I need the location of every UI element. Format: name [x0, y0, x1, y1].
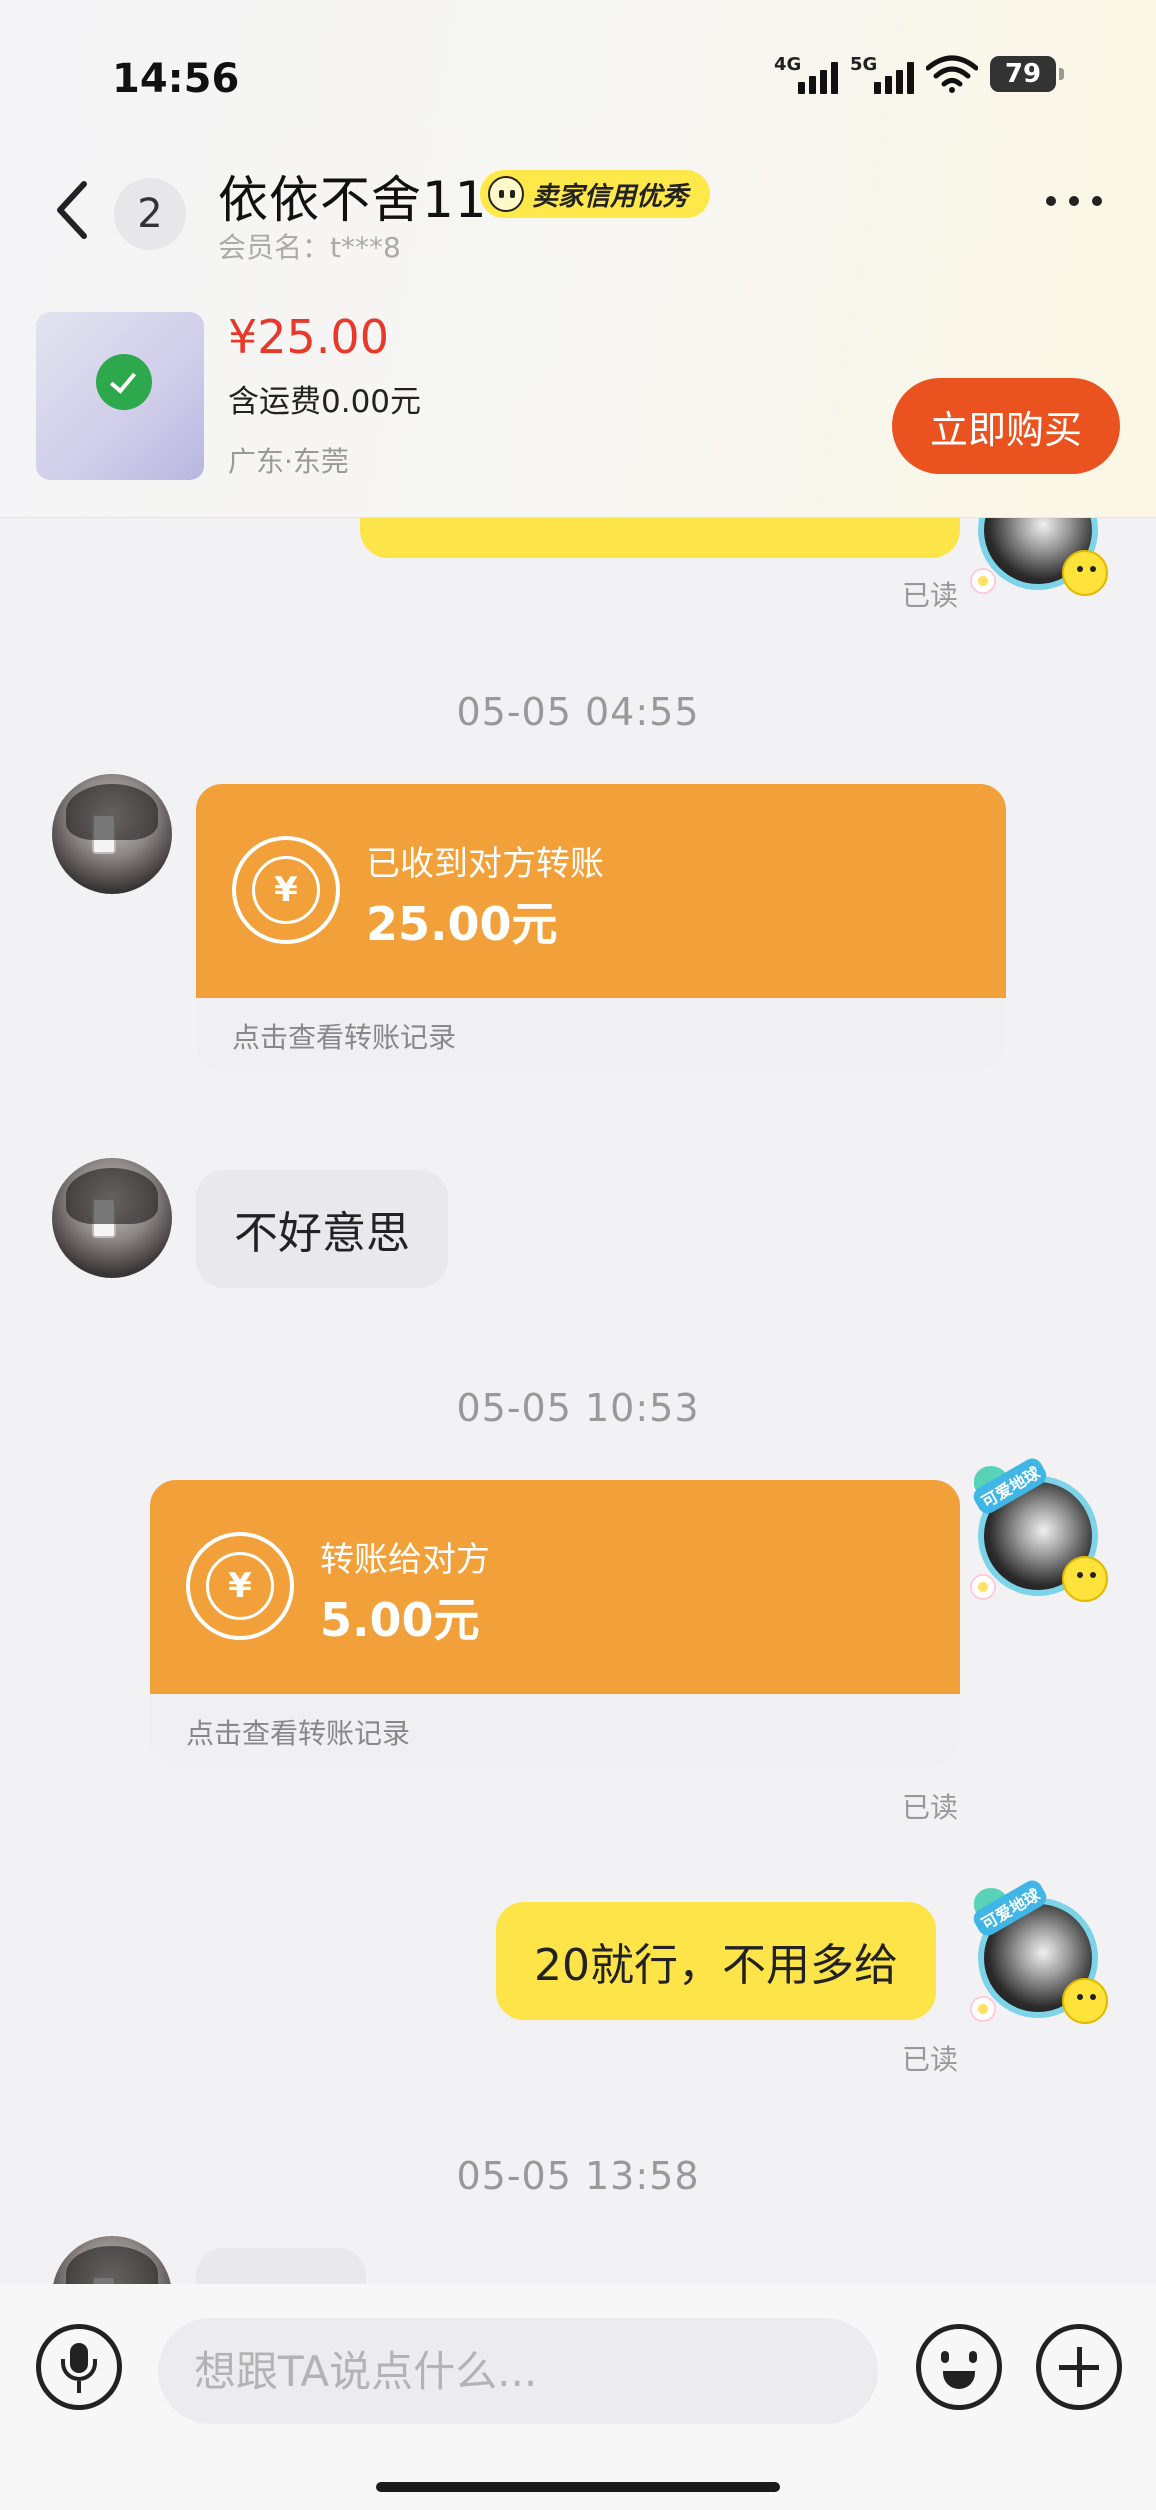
transfer-card-received[interactable]: ¥ 已收到对方转账 25.00元 点击查看转账记录: [196, 784, 1006, 1070]
battery-level: 79: [1004, 59, 1042, 89]
cellular-4g-icon: 4G: [774, 54, 838, 94]
my-avatar[interactable]: 可爱地球: [968, 1876, 1108, 2028]
seller-avatar[interactable]: [52, 774, 172, 894]
yuan-coin-icon: ¥: [232, 836, 340, 944]
product-thumbnail[interactable]: [36, 312, 204, 480]
transfer-record-link[interactable]: 点击查看转账记录: [186, 1712, 410, 1752]
cellular-5g-icon: 5G: [850, 54, 914, 94]
message-list[interactable]: 已读 05-05 04:55 ¥ 已收到对方转账 25.00元 点击查看转账记录…: [0, 518, 1156, 2284]
timestamp: 05-05 04:55: [456, 690, 700, 734]
message-bubble-incoming[interactable]: 不好意思: [196, 1170, 448, 1288]
transfer-record-link[interactable]: 点击查看转账记录: [232, 1016, 456, 1056]
my-avatar[interactable]: 可爱地球: [968, 1454, 1108, 1606]
unread-count-badge[interactable]: 2: [114, 178, 186, 250]
chat-screen: 14:56 4G 5G 79 2 依依不舍11 卖家信用优秀 会员名：t***8…: [0, 0, 1156, 2510]
my-avatar[interactable]: [968, 518, 1108, 600]
credit-badge[interactable]: 卖家信用优秀: [480, 170, 711, 218]
credit-face-icon: [488, 176, 524, 212]
message-bubble-outgoing-partial[interactable]: [360, 518, 960, 558]
wifi-icon: [925, 54, 979, 94]
shipping-fee: 含运费0.00元: [228, 384, 422, 420]
read-receipt: 已读: [902, 579, 959, 612]
read-receipt: 已读: [902, 1791, 959, 1824]
input-bar: [0, 2284, 1156, 2510]
timestamp: 05-05 10:53: [456, 1386, 700, 1430]
check-icon: [96, 354, 152, 410]
seller-name: 依依不舍11: [218, 171, 488, 229]
member-name: 会员名：t***8: [218, 231, 401, 264]
message-bubble-outgoing[interactable]: 20就行，不用多给: [496, 1902, 936, 2020]
microphone-icon[interactable]: [36, 2324, 122, 2410]
message-bubble-incoming-partial[interactable]: [196, 2248, 366, 2284]
read-receipt: 已读: [902, 2043, 959, 2076]
transfer-label: 已收到对方转账: [366, 844, 604, 884]
transfer-amount: 25.00元: [366, 897, 558, 951]
battery-icon: 79: [990, 56, 1064, 92]
timestamp: 05-05 13:58: [456, 2154, 700, 2198]
product-price: ¥25.00: [228, 310, 389, 364]
home-indicator[interactable]: [376, 2482, 780, 2492]
more-horizontal-icon[interactable]: [1046, 196, 1102, 206]
transfer-label: 转账给对方: [320, 1540, 490, 1580]
transfer-card-sent[interactable]: ¥ 转账给对方 5.00元 点击查看转账记录: [150, 1480, 960, 1766]
transfer-amount: 5.00元: [320, 1593, 480, 1647]
status-time: 14:56: [112, 56, 240, 102]
seller-avatar[interactable]: [52, 2236, 172, 2284]
chat-header: 14:56 4G 5G 79 2 依依不舍11 卖家信用优秀 会员名：t***8…: [0, 0, 1156, 518]
credit-badge-label: 卖家信用优秀: [532, 181, 689, 212]
plus-icon[interactable]: [1036, 2324, 1122, 2410]
seller-location: 广东·东莞: [228, 445, 349, 478]
message-input[interactable]: [158, 2318, 878, 2424]
seller-avatar[interactable]: [52, 1158, 172, 1278]
status-icons: 4G 5G 79: [774, 54, 1064, 94]
back-icon[interactable]: [50, 178, 94, 242]
emoji-icon[interactable]: [916, 2324, 1002, 2410]
yuan-coin-icon: ¥: [186, 1532, 294, 1640]
buy-now-button[interactable]: 立即购买: [892, 378, 1120, 474]
